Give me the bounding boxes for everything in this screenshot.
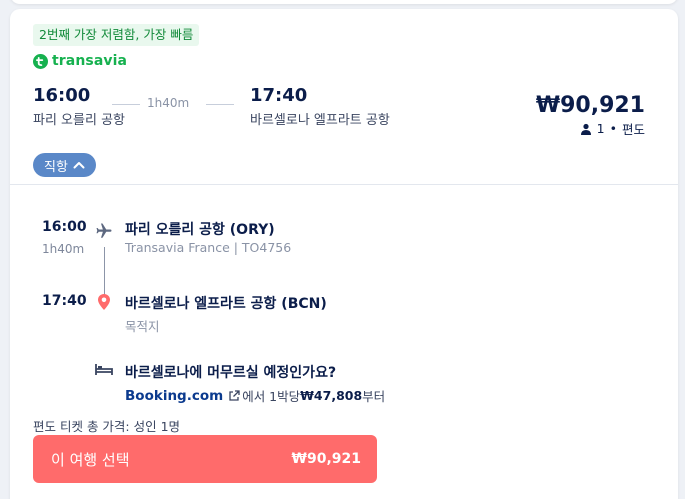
depart-airport: 파리 오를리 공항 — [33, 113, 125, 128]
separator-dot: • — [609, 121, 617, 136]
flight-duration: 1h40m — [147, 96, 190, 110]
arrive-airport-full: 바르셀로나 엘프라트 공항 (BCN) — [125, 296, 327, 312]
chevron-up-icon — [73, 162, 85, 169]
duration-line-left — [112, 104, 140, 105]
airplane-icon — [96, 223, 112, 238]
airline-name: transavia — [52, 53, 128, 69]
arrive-airport: 바르셀로나 엘프라트 공항 — [250, 113, 390, 128]
select-trip-button[interactable]: 이 여행 선택 ₩90,921 — [33, 435, 377, 483]
passenger-count: 1 — [596, 121, 605, 136]
carrier-flight-number: Transavia France | TO4756 — [125, 240, 292, 255]
timeline-arrive-time: 17:40 — [42, 293, 87, 309]
fare-price: ₩90,921 — [535, 93, 645, 118]
direct-toggle-button[interactable]: 직항 — [33, 153, 96, 177]
hotel-offer-price: ₩47,808 — [300, 388, 363, 403]
total-price-label: 편도 티켓 총 가격: 성인 1명 — [33, 419, 181, 434]
depart-time: 16:00 — [33, 85, 91, 106]
booking-brand-link[interactable]: Booking.com — [125, 388, 223, 404]
location-pin-icon — [98, 294, 110, 310]
airline-logo: transavia — [33, 53, 127, 69]
direct-label: 직항 — [44, 159, 68, 175]
select-trip-price: ₩90,921 — [291, 451, 361, 467]
depart-airport-full: 파리 오를리 공항 (ORY) — [125, 222, 275, 238]
hotel-offer[interactable]: Booking.com 에서 1박당 ₩47,808 부터 — [125, 386, 385, 405]
previous-card-edge — [10, 0, 678, 4]
arrive-time: 17:40 — [250, 85, 308, 106]
hotel-offer-suffix: 부터 — [362, 389, 386, 404]
cheapest-fastest-badge: 2번째 가장 저렴함, 가장 빠름 — [33, 24, 200, 46]
duration-line-right — [206, 104, 234, 105]
select-trip-label: 이 여행 선택 — [51, 450, 130, 469]
section-divider — [10, 184, 678, 185]
hotel-offer-prefix: 에서 1박당 — [242, 389, 301, 404]
timeline-connector — [104, 247, 105, 297]
timeline-duration: 1h40m — [42, 242, 85, 256]
trip-type: 편도 — [621, 122, 645, 137]
timeline-depart-time: 16:00 — [42, 219, 87, 235]
destination-label: 목적지 — [125, 319, 160, 334]
passenger-info: 1 • 편도 — [580, 119, 645, 138]
hotel-question: 바르셀로나에 머무르실 예정인가요? — [125, 365, 337, 381]
bed-icon — [95, 364, 113, 375]
external-link-icon — [229, 389, 240, 401]
transavia-logo-icon — [33, 53, 48, 69]
person-icon — [580, 123, 591, 135]
flight-result-card: 2번째 가장 저렴함, 가장 빠름 transavia 16:00 파리 오를리… — [10, 9, 678, 499]
